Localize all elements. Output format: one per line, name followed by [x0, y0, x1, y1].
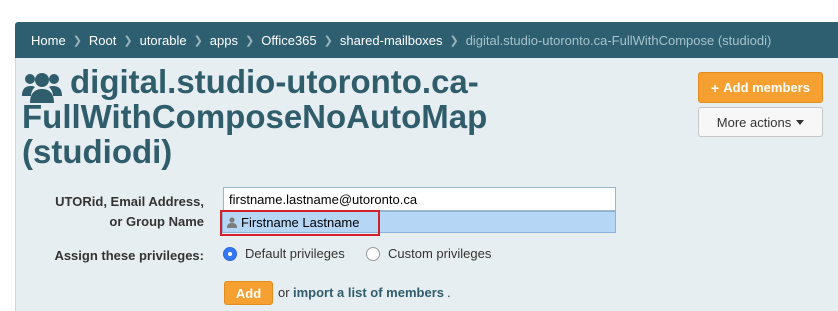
caret-down-icon [796, 119, 805, 125]
add-members-button[interactable]: + Add members [698, 72, 823, 103]
chevron-right-icon: ❯ [123, 34, 133, 47]
default-privileges-option[interactable]: Default privileges [223, 246, 345, 261]
privileges-label: Assign these privileges: [54, 248, 204, 263]
add-button[interactable]: Add [224, 281, 273, 305]
plus-icon: + [711, 79, 720, 96]
radio-unselected-icon[interactable] [366, 246, 380, 261]
breadcrumb-apps[interactable]: apps [210, 33, 238, 48]
member-id-label-line1: UTORid, Email Address, [55, 194, 204, 209]
chevron-right-icon: ❯ [323, 34, 333, 47]
or-text: or [278, 285, 290, 300]
breadcrumb: Home ❯ Root ❯ utorable ❯ apps ❯ Office36… [15, 22, 838, 58]
breadcrumb-current: digital.studio-utoronto.ca-FullWithCompo… [465, 32, 772, 48]
breadcrumb-home[interactable]: Home [31, 33, 66, 48]
member-id-label-line2: or Group Name [109, 214, 204, 229]
suggestion-name: Firstname Lastname [241, 214, 360, 230]
breadcrumb-office365[interactable]: Office365 [261, 33, 316, 48]
chevron-right-icon: ❯ [245, 34, 255, 47]
default-privileges-label: Default privileges [245, 246, 345, 261]
breadcrumb-utorable[interactable]: utorable [140, 33, 187, 48]
trailing-period: . [447, 285, 451, 300]
member-id-label: UTORid, Email Address, or Group Name [40, 192, 204, 232]
chevron-right-icon: ❯ [72, 34, 82, 47]
breadcrumb-root[interactable]: Root [89, 33, 116, 48]
more-actions-button[interactable]: More actions [698, 107, 823, 137]
radio-selected-icon[interactable] [223, 246, 237, 261]
chevron-right-icon: ❯ [193, 34, 203, 47]
page-title: digital.studio-utoronto.ca-FullWithCompo… [22, 63, 488, 170]
more-actions-label: More actions [716, 114, 792, 130]
add-members-label: Add members [723, 80, 810, 95]
import-members-link[interactable]: import a list of members [293, 285, 444, 300]
breadcrumb-shared-mailboxes[interactable]: shared-mailboxes [340, 33, 443, 48]
custom-privileges-option[interactable]: Custom privileges [366, 246, 491, 261]
member-id-input[interactable] [223, 187, 616, 211]
person-icon [227, 216, 237, 228]
autocomplete-suggestion[interactable]: Firstname Lastname [222, 211, 616, 233]
custom-privileges-label: Custom privileges [388, 246, 492, 261]
chevron-right-icon: ❯ [449, 34, 459, 47]
